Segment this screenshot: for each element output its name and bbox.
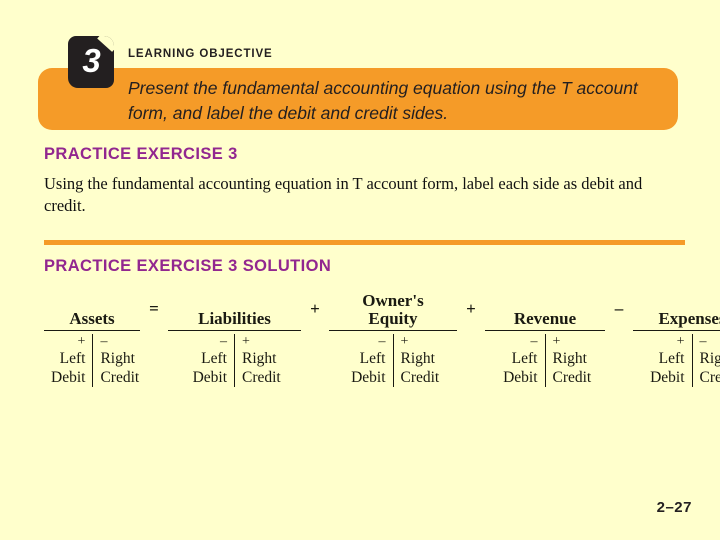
account-liabilities: Liabilities – Left Debit + Right Credit <box>168 310 301 387</box>
t-account-debit-side: – Left Debit <box>168 334 234 387</box>
debit-line-1: Left <box>511 350 538 367</box>
credit-line-1: Right <box>699 350 720 367</box>
credit-line-2: Credit <box>552 369 592 386</box>
credit-line-2: Credit <box>242 369 281 386</box>
debit-sign: – <box>378 334 386 349</box>
account-title: Expenses <box>658 309 720 328</box>
debit-line-2: Debit <box>51 369 86 386</box>
practice-exercise-solution-heading: PRACTICE EXERCISE 3 SOLUTION <box>44 257 332 275</box>
credit-sign: – <box>699 334 707 349</box>
debit-sign: – <box>530 334 538 349</box>
credit-sign: + <box>552 334 561 349</box>
t-account-debit-side: – Left Debit <box>485 334 545 387</box>
practice-exercise-body: Using the fundamental accounting equatio… <box>44 174 643 215</box>
t-account-debit-side: + Left Debit <box>44 334 92 387</box>
credit-line-2: Credit <box>699 369 720 386</box>
t-account-credit-side: + Right Credit <box>544 334 606 387</box>
debit-line-2: Debit <box>192 369 227 386</box>
operator-minus: – <box>614 299 624 318</box>
t-account-columns: + Left Debit – Right Credit <box>44 331 140 387</box>
debit-line-2: Debit <box>650 369 685 386</box>
operator-equals: = <box>149 299 159 318</box>
t-account-columns: – Left Debit + Right Credit <box>329 331 457 387</box>
accounting-equation: Assets + Left Debit – Right Credit = Lia… <box>44 292 720 387</box>
debit-sign: + <box>676 334 685 349</box>
page-number: 2–27 <box>656 499 692 516</box>
credit-line-1: Right <box>400 350 435 367</box>
credit-sign: + <box>242 334 250 349</box>
credit-sign: – <box>100 334 108 349</box>
credit-line-2: Credit <box>100 369 140 386</box>
operator-plus-2: + <box>466 299 476 318</box>
learning-objective-number: 3 <box>82 42 100 79</box>
t-account-credit-side: + Right Credit <box>234 334 301 387</box>
learning-objective-label: LEARNING OBJECTIVE <box>128 48 273 60</box>
learning-objective-number-badge: 3 <box>68 36 114 88</box>
section-divider <box>44 240 685 245</box>
t-account-columns: + Left Debit – Right Credit <box>633 331 720 387</box>
t-account-debit-side: – Left Debit <box>329 334 393 387</box>
credit-line-1: Right <box>552 350 587 367</box>
t-account-credit-side: – Right Credit <box>92 334 146 387</box>
t-account-columns: – Left Debit + Right Credit <box>168 331 301 387</box>
debit-line-2: Debit <box>503 369 538 386</box>
credit-line-1: Right <box>100 350 135 367</box>
operator-plus-1: + <box>310 299 320 318</box>
account-owners-equity: Owner's Equity – Left Debit + Right Cred… <box>329 292 457 387</box>
t-account-columns: – Left Debit + Right Credit <box>485 331 605 387</box>
account-assets: Assets + Left Debit – Right Credit <box>44 310 140 387</box>
account-expenses: Expenses + Left Debit – Right Credit <box>633 310 720 387</box>
account-title: Liabilities <box>198 309 271 328</box>
debit-line-1: Left <box>201 350 227 367</box>
debit-line-1: Left <box>59 350 86 367</box>
credit-line-2: Credit <box>400 369 440 386</box>
practice-exercise-heading: PRACTICE EXERCISE 3 <box>44 145 238 163</box>
debit-line-1: Left <box>359 350 386 367</box>
account-title: Owner's Equity <box>362 291 424 328</box>
t-account-credit-side: – Right Credit <box>691 334 720 387</box>
debit-line-1: Left <box>658 350 685 367</box>
credit-line-1: Right <box>242 350 277 367</box>
t-account-credit-side: + Right Credit <box>392 334 458 387</box>
debit-sign: – <box>220 334 227 349</box>
account-title: Assets <box>69 309 115 328</box>
t-account-debit-side: + Left Debit <box>633 334 692 387</box>
credit-sign: + <box>400 334 409 349</box>
learning-objective-text: Present the fundamental accounting equat… <box>128 78 638 123</box>
account-revenue: Revenue – Left Debit + Right Credit <box>485 310 605 387</box>
debit-sign: + <box>77 334 86 349</box>
debit-line-2: Debit <box>351 369 386 386</box>
account-title: Revenue <box>513 309 577 328</box>
